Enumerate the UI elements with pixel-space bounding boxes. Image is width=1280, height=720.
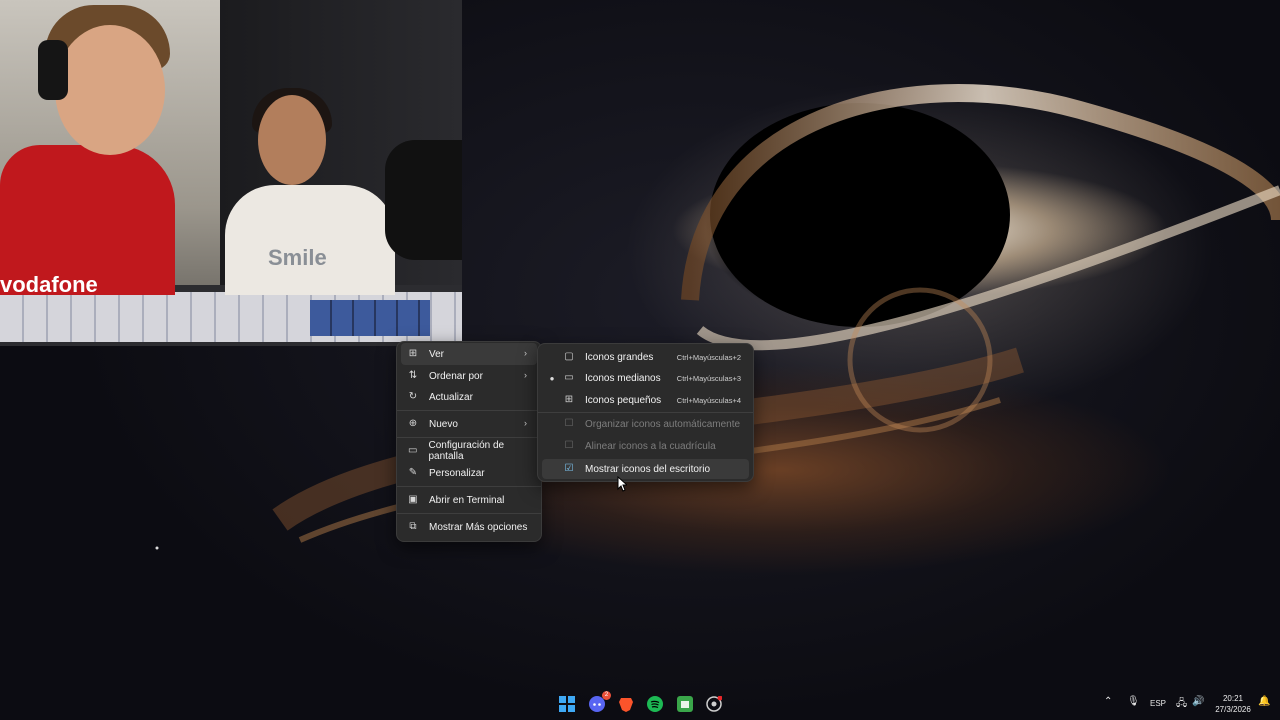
taskbar: 2 ⌃ 🎙 ESP 🖧 🔊 20:21 27/3/2026 🔔 (0, 688, 1280, 720)
taskbar-app-spotify[interactable] (645, 694, 665, 714)
person-right-face (258, 95, 326, 185)
menu-item-label: Actualizar (429, 391, 473, 403)
grid-icon: ⊞ (564, 394, 574, 405)
submenu-item-alinear-cuadricula[interactable]: ☐ Alinear iconos a la cuadrícula (542, 436, 749, 456)
view-grid-icon: ⊞ (408, 348, 418, 359)
person-left-face (55, 25, 165, 155)
menu-divider (397, 410, 541, 411)
menu-divider (397, 437, 541, 438)
brave-icon (619, 698, 633, 712)
submenu-item-mostrar-iconos[interactable]: ☑ Mostrar iconos del escritorio (542, 459, 749, 479)
mouse-cursor-icon (617, 476, 627, 492)
volume-icon[interactable]: 🔊 (1192, 696, 1204, 707)
refresh-icon: ↻ (408, 391, 418, 402)
headset (38, 40, 68, 100)
menu-item-ver[interactable]: ⊞ Ver › (401, 343, 537, 365)
menu-divider (397, 486, 541, 487)
checkbox-icon: ☐ (564, 440, 574, 451)
menu-item-label: Ver (429, 348, 445, 360)
notification-badge: 2 (602, 691, 611, 700)
network-icon[interactable]: 🖧 (1176, 696, 1187, 713)
checkbox-checked-icon: ☑ (564, 463, 574, 474)
tee-text: Smile (268, 245, 327, 270)
shirt-text: vodafone (0, 272, 98, 297)
monitor-icon: ▢ (564, 351, 574, 362)
menu-item-label: Configuración de pantalla (428, 440, 505, 462)
menu-item-nuevo[interactable]: ⊕ Nuevo › (401, 413, 537, 435)
notification-bell-icon[interactable]: 🔔 (1258, 696, 1270, 707)
taskbar-app-green[interactable] (675, 694, 695, 714)
menu-item-abrir-terminal[interactable]: ▣ Abrir en Terminal (401, 489, 537, 511)
submenu-item-label: Iconos grandes (585, 351, 654, 363)
more-options-icon: ⧉ (409, 521, 417, 532)
display-settings-icon: ▭ (408, 445, 418, 456)
app-icon (677, 696, 693, 712)
clock[interactable]: 20:21 27/3/2026 (1208, 693, 1258, 715)
chevron-right-icon: › (524, 348, 527, 358)
shortcut-label: Ctrl+Mayúsculas+4 (676, 395, 741, 405)
menu-item-label: Personalizar (429, 467, 485, 479)
submenu-item-organizar-auto[interactable]: ☐ Organizar iconos automáticamente (542, 414, 749, 434)
menu-item-label: Abrir en Terminal (429, 494, 505, 506)
terminal-icon: ▣ (408, 494, 418, 505)
submenu-item-iconos-medianos[interactable]: ● ▭ Iconos medianos Ctrl+Mayúsculas+3 (542, 368, 749, 388)
submenu-item-iconos-grandes[interactable]: ▢ Iconos grandes Ctrl+Mayúsculas+2 (542, 347, 749, 367)
record-icon (706, 696, 722, 712)
clock-time: 20:21 (1222, 694, 1244, 703)
menu-item-ordenar-por[interactable]: ⇅ Ordenar por › (401, 365, 537, 387)
taskbar-app-brave[interactable] (616, 694, 636, 714)
shortcut-label: Ctrl+Mayúsculas+3 (676, 373, 741, 383)
selected-bullet-icon: ● (549, 373, 555, 383)
checkbox-icon: ☐ (564, 418, 574, 429)
taskbar-app-discord[interactable]: 2 (587, 691, 611, 714)
webcam-overlay: vodafone Smile (0, 0, 462, 346)
submenu-item-label: Mostrar iconos del escritorio (585, 463, 711, 475)
chevron-up-icon[interactable]: ⌃ (1104, 696, 1112, 707)
view-submenu: ▢ Iconos grandes Ctrl+Mayúsculas+2 ● ▭ I… (537, 343, 754, 482)
start-button[interactable] (557, 694, 577, 714)
menu-item-personalizar[interactable]: ✎ Personalizar (401, 462, 537, 484)
menu-item-mas-opciones[interactable]: ⧉ Mostrar Más opciones (401, 516, 537, 538)
language-indicator[interactable]: ESP (1150, 699, 1166, 708)
sort-icon: ⇅ (408, 370, 418, 381)
windows-logo-icon (559, 696, 575, 712)
microphone (385, 140, 462, 260)
shortcut-label: Ctrl+Mayúsculas+2 (676, 352, 741, 362)
submenu-item-label: Iconos medianos (585, 372, 661, 384)
clock-date: 27/3/2026 (1215, 705, 1251, 714)
submenu-item-label: Alinear iconos a la cuadrícula (585, 440, 716, 452)
menu-item-label: Mostrar Más opciones (429, 521, 528, 533)
add-circle-icon: ⊕ (408, 418, 418, 429)
menu-item-label: Ordenar por (429, 370, 483, 382)
menu-divider (538, 412, 753, 413)
chevron-right-icon: › (524, 418, 527, 428)
submenu-item-iconos-pequenos[interactable]: ⊞ Iconos pequeños Ctrl+Mayúsculas+4 (542, 390, 749, 410)
submenu-item-label: Iconos pequeños (585, 394, 662, 406)
menu-item-label: Nuevo (429, 418, 458, 430)
menu-item-actualizar[interactable]: ↻ Actualizar (401, 386, 537, 408)
person-right-shirt (225, 185, 395, 295)
menu-divider (397, 513, 541, 514)
monitor-small-icon: ▭ (564, 372, 574, 383)
microphone-icon[interactable]: 🎙 (1127, 696, 1140, 707)
desktop-context-menu: ⊞ Ver › ⇅ Ordenar por › ↻ Actualizar ⊕ N… (396, 341, 542, 542)
keyboard-blue-keys (310, 300, 430, 336)
taskbar-app-obs[interactable] (704, 694, 724, 714)
submenu-item-label: Organizar iconos automáticamente (585, 418, 741, 430)
chevron-right-icon: › (524, 370, 527, 380)
menu-item-configuracion-pantalla[interactable]: ▭ Configuración de pantalla (401, 440, 537, 462)
brush-icon: ✎ (408, 467, 418, 478)
spotify-icon (647, 696, 663, 712)
